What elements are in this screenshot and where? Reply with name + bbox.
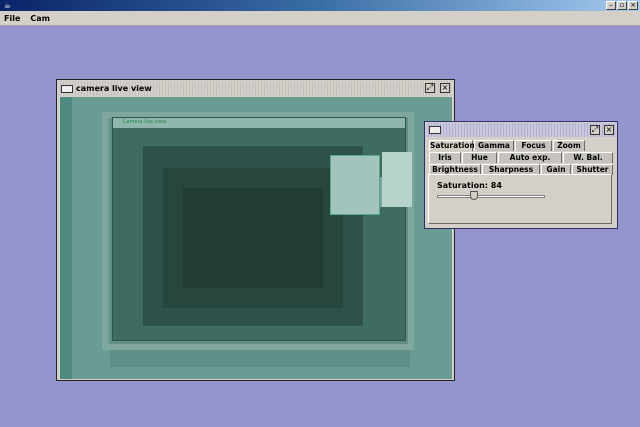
tab-saturation[interactable]: Saturation	[429, 140, 475, 151]
camera-window-title: camera live view	[76, 84, 152, 93]
tab-white-balance[interactable]: W. Bal.	[563, 152, 613, 163]
tab-focus[interactable]: Focus	[515, 140, 552, 151]
tab-auto-exposure[interactable]: Auto exp.	[498, 152, 562, 163]
close-button[interactable]: ×	[628, 1, 638, 10]
maximize-button[interactable]: ▫	[617, 1, 627, 10]
camera-control-window[interactable]: ⤢ × Saturation Gamma Focus Zoom Iris Hue…	[424, 121, 618, 229]
tab-gamma[interactable]: Gamma	[474, 140, 514, 151]
saturation-slider-thumb[interactable]	[470, 191, 478, 200]
tab-iris[interactable]: Iris	[429, 152, 461, 163]
recursive-title: Camera live view	[123, 119, 167, 125]
recursive-frame-3	[183, 188, 323, 288]
app-title-bar: ☕ – ▫ ×	[0, 0, 640, 11]
maximize-icon[interactable]: ⤢	[425, 83, 435, 93]
saturation-pane: Saturation: 84	[428, 174, 612, 224]
recursive-monitor-image: Camera live view	[112, 117, 406, 341]
menu-bar: File Cam	[0, 11, 640, 26]
camera-window-title-bar[interactable]: camera live view ⤢ ×	[58, 81, 453, 96]
saturation-slider-track[interactable]	[437, 195, 545, 198]
close-icon[interactable]: ×	[604, 125, 614, 135]
reflection-panel-light	[382, 152, 412, 207]
tab-hue[interactable]: Hue	[462, 152, 497, 163]
reflection-panel	[330, 155, 380, 215]
java-icon: ☕	[3, 1, 12, 10]
window-controls: – ▫ ×	[606, 1, 638, 10]
frame-icon	[61, 84, 73, 93]
camera-feed: Camera live view	[60, 97, 452, 379]
minimize-button[interactable]: –	[606, 1, 616, 10]
camera-live-view-window[interactable]: camera live view ⤢ × Camera live view	[56, 79, 455, 381]
close-icon[interactable]: ×	[440, 83, 450, 93]
recursive-title-bar: Camera live view	[113, 118, 405, 128]
tab-zoom[interactable]: Zoom	[553, 140, 585, 151]
control-window-title-bar[interactable]: ⤢ ×	[426, 123, 616, 137]
menu-cam[interactable]: Cam	[26, 14, 56, 23]
maximize-icon[interactable]: ⤢	[590, 125, 600, 135]
feed-left-edge	[60, 97, 72, 379]
menu-file[interactable]: File	[0, 14, 26, 23]
frame-icon	[429, 126, 441, 134]
saturation-label: Saturation: 84	[437, 181, 502, 190]
